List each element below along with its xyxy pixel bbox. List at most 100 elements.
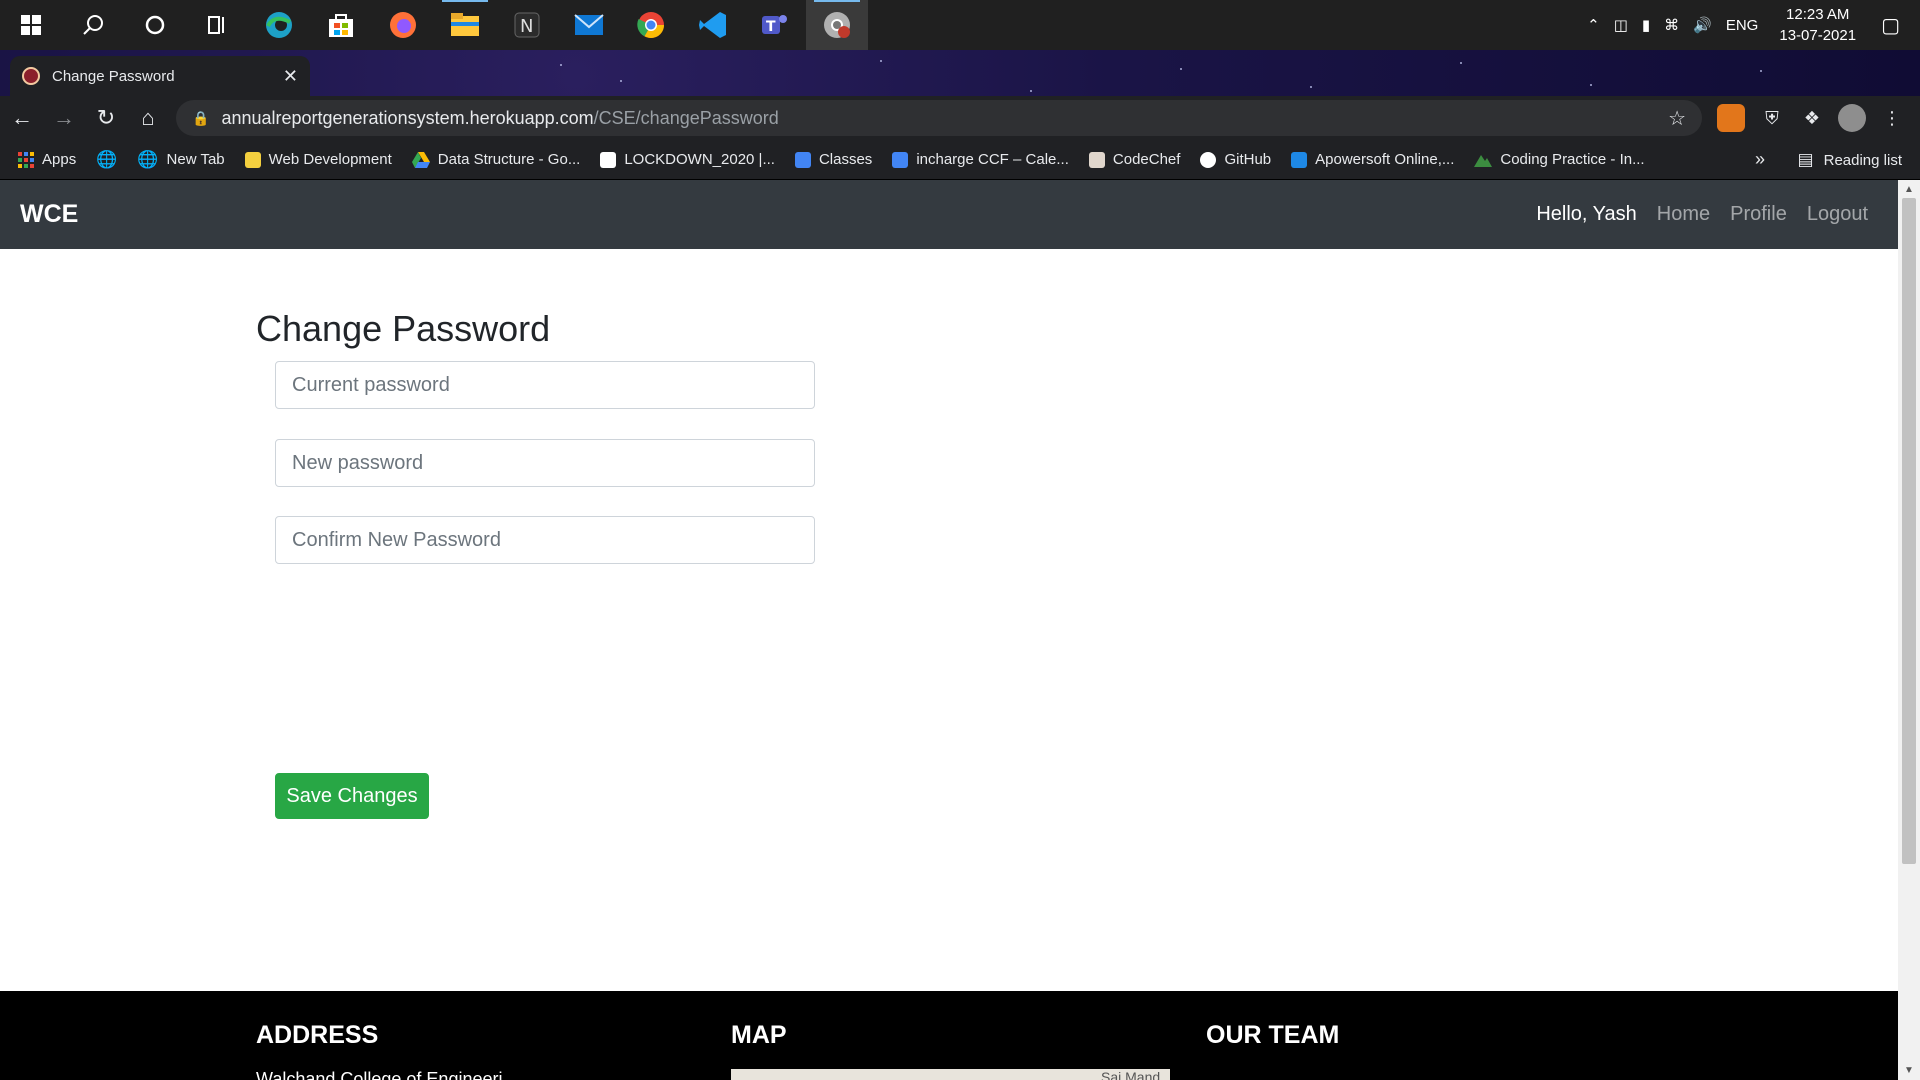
menu-icon[interactable]: ⋮	[1878, 104, 1906, 132]
globe-icon: 🌐	[137, 149, 159, 169]
chrome-icon[interactable]	[620, 0, 682, 50]
edge-icon[interactable]	[248, 0, 310, 50]
bookmark-apowersoft[interactable]: Apowersoft Online,...	[1291, 151, 1454, 168]
windows-start-icon[interactable]	[0, 0, 62, 50]
forward-icon[interactable]: →	[44, 105, 84, 131]
reading-list-icon: ▤	[1797, 150, 1814, 169]
site-navbar: WCE Hello, Yash Home Profile Logout	[0, 180, 1898, 249]
windows-taskbar: N T ⌃ ◫ ▮ ⌘ 🔊 ENG 12:23 AM 13-07-2021 ▢	[0, 0, 1920, 50]
extensions-icon[interactable]: ❖	[1798, 104, 1826, 132]
address-bar[interactable]: 🔒 annualreportgenerationsystem.herokuapp…	[176, 100, 1702, 136]
clock[interactable]: 12:23 AM 13-07-2021	[1779, 4, 1856, 46]
confirm-password-input[interactable]	[275, 516, 815, 564]
svg-text:T: T	[766, 19, 776, 35]
reload-icon[interactable]: ↻	[86, 105, 126, 131]
map-embed[interactable]: Sai Mand	[731, 1069, 1170, 1080]
clock-date: 13-07-2021	[1779, 27, 1857, 44]
apps-grid-icon	[18, 151, 34, 168]
nav-greeting[interactable]: Hello, Yash	[1536, 203, 1636, 226]
trello-icon	[600, 151, 617, 168]
bookmark-coding-practice[interactable]: Coding Practice - In...	[1474, 151, 1645, 168]
more-bookmarks-icon[interactable]: »	[1755, 149, 1765, 170]
chrome-profile-icon[interactable]	[806, 0, 868, 50]
bookmark-label: Coding Practice - In...	[1500, 151, 1645, 168]
nav-logout-link[interactable]: Logout	[1807, 203, 1868, 226]
scroll-up-icon[interactable]: ▲	[1898, 184, 1920, 195]
nav-home-link[interactable]: Home	[1657, 203, 1710, 226]
apowersoft-icon	[1291, 151, 1308, 168]
language-indicator[interactable]: ENG	[1726, 17, 1759, 34]
new-password-input[interactable]	[275, 439, 815, 487]
bookmark-github[interactable]: GitHub	[1200, 151, 1271, 168]
bookmark-calendar[interactable]: incharge CCF – Cale...	[892, 151, 1069, 168]
url-host: annualreportgenerationsystem.herokuapp.c…	[221, 107, 594, 128]
cortana-icon[interactable]	[124, 0, 186, 50]
metamask-icon[interactable]	[1717, 104, 1745, 132]
file-explorer-icon[interactable]	[434, 0, 496, 50]
footer-address-text: Walchand College of Engineeri...	[256, 1069, 518, 1080]
volume-icon[interactable]: 🔊	[1693, 16, 1712, 34]
teams-icon[interactable]: T	[744, 0, 806, 50]
tab-change-password[interactable]: Change Password ✕	[10, 56, 310, 96]
close-tab-icon[interactable]: ✕	[283, 66, 298, 87]
bookmark-web-development[interactable]: Web Development	[244, 151, 392, 168]
bookmark-label: CodeChef	[1112, 151, 1181, 168]
bookmark-apps[interactable]: Apps	[18, 151, 76, 168]
lock-icon[interactable]: 🔒	[192, 110, 209, 127]
bookmark-label: Web Development	[268, 151, 392, 168]
google-drive-icon	[411, 151, 430, 168]
bookmark-label: Data Structure - Go...	[437, 151, 581, 168]
save-changes-button[interactable]: Save Changes	[275, 773, 429, 819]
chevron-up-icon[interactable]: ⌃	[1587, 16, 1600, 34]
bookmark-lockdown[interactable]: LOCKDOWN_2020 |...	[600, 151, 775, 168]
back-icon[interactable]: ←	[2, 105, 42, 131]
notification-icon[interactable]: ▢	[1881, 13, 1900, 38]
bookmark-classes[interactable]: Classes	[794, 151, 873, 168]
page-scrollbar[interactable]: ▲ ▼	[1898, 180, 1920, 1080]
task-view-icon[interactable]	[186, 0, 248, 50]
bookmarks-bar: Apps 🌐 🌐 New Tab Web Development Data St…	[0, 140, 1920, 180]
mail-icon[interactable]	[558, 0, 620, 50]
url-path: /CSE/changePassword	[593, 107, 779, 128]
github-icon	[1200, 151, 1217, 168]
classroom-icon	[794, 151, 811, 168]
bookmark-globe[interactable]: 🌐	[96, 150, 117, 170]
scrollbar-thumb[interactable]	[1902, 198, 1916, 864]
shield-icon[interactable]: ⛨	[1758, 104, 1786, 132]
change-password-form: Change Password Save Changes	[256, 308, 815, 819]
bookmark-star-icon[interactable]: ☆	[1668, 106, 1686, 131]
map-label: Sai Mand	[1101, 1069, 1161, 1080]
wifi-icon[interactable]: ⌘	[1664, 16, 1679, 34]
scroll-down-icon[interactable]: ▼	[1898, 1065, 1920, 1076]
current-password-input[interactable]	[275, 361, 815, 409]
notion-icon[interactable]: N	[496, 0, 558, 50]
site-footer: ADDRESS MAP OUR TEAM Walchand College of…	[0, 991, 1898, 1080]
avatar[interactable]	[1838, 104, 1866, 132]
bookmark-data-structure[interactable]: Data Structure - Go...	[411, 151, 581, 168]
vscode-icon[interactable]	[682, 0, 744, 50]
device-icon[interactable]: ◫	[1614, 16, 1628, 34]
bookmark-codechef[interactable]: CodeChef	[1088, 151, 1181, 168]
firefox-icon[interactable]	[372, 0, 434, 50]
store-icon[interactable]	[310, 0, 372, 50]
bookmark-label: Apowersoft Online,...	[1315, 151, 1455, 168]
bookmark-new-tab[interactable]: 🌐 New Tab	[137, 150, 224, 170]
search-icon[interactable]	[62, 0, 124, 50]
home-icon[interactable]: ⌂	[128, 105, 168, 131]
site-brand[interactable]: WCE	[20, 200, 78, 229]
reading-list-button[interactable]: ▤ Reading list	[1798, 140, 1902, 180]
codechef-icon	[1088, 151, 1105, 168]
browser-toolbar: ← → ↻ ⌂ 🔒 annualreportgenerationsystem.h…	[0, 96, 1920, 140]
nav-profile-link[interactable]: Profile	[1730, 203, 1787, 226]
clock-time: 12:23 AM	[1786, 6, 1850, 23]
page-viewport: WCE Hello, Yash Home Profile Logout Chan…	[0, 180, 1898, 1080]
bookmark-label: Apps	[42, 151, 77, 168]
bookmark-label: Classes	[818, 151, 873, 168]
nav-links: Hello, Yash Home Profile Logout	[1516, 180, 1868, 249]
svg-text:N: N	[520, 16, 533, 37]
tab-title: Change Password	[52, 67, 175, 85]
bookmark-label: LOCKDOWN_2020 |...	[624, 151, 775, 168]
battery-icon[interactable]: ▮	[1642, 16, 1650, 34]
calendar-icon	[892, 151, 909, 168]
bookmark-label: New Tab	[166, 151, 225, 168]
